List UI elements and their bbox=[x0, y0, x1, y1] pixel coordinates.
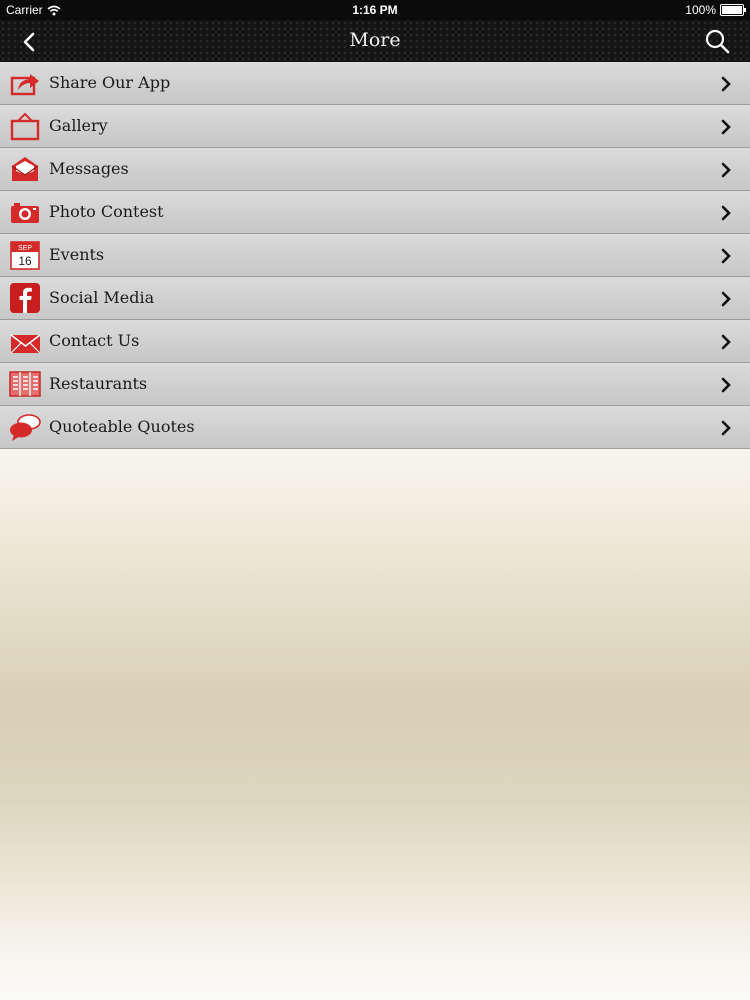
menu-item-label: Quoteable Quotes bbox=[49, 417, 195, 436]
share-icon bbox=[10, 74, 39, 96]
menu-item-gallery[interactable]: Gallery bbox=[0, 105, 750, 148]
chevron-right-icon bbox=[721, 76, 731, 92]
menu-item-contact-us[interactable]: Contact Us bbox=[0, 320, 750, 363]
facebook-icon bbox=[10, 283, 40, 313]
envelope-icon bbox=[10, 334, 41, 354]
gallery-icon bbox=[10, 112, 40, 141]
chevron-right-icon bbox=[721, 334, 731, 350]
status-time: 1:16 PM bbox=[352, 3, 398, 17]
calendar-icon: SEP 16 bbox=[10, 241, 40, 270]
chevron-right-icon bbox=[721, 377, 731, 393]
navigation-bar: More bbox=[0, 20, 750, 62]
restaurant-menu-icon bbox=[9, 371, 41, 397]
menu-item-label: Social Media bbox=[49, 288, 155, 307]
menu-item-label: Events bbox=[49, 245, 105, 264]
camera-icon bbox=[11, 203, 39, 223]
messages-icon bbox=[11, 157, 39, 181]
menu-item-share-our-app[interactable]: Share Our App bbox=[0, 62, 750, 105]
battery-percent: 100% bbox=[685, 3, 716, 17]
chevron-right-icon bbox=[721, 119, 731, 135]
chevron-right-icon bbox=[721, 291, 731, 307]
page-title: More bbox=[349, 29, 401, 51]
menu-item-restaurants[interactable]: Restaurants bbox=[0, 363, 750, 406]
menu-item-label: Share Our App bbox=[49, 73, 171, 92]
speech-bubbles-icon bbox=[10, 414, 41, 441]
menu-item-label: Gallery bbox=[49, 116, 108, 135]
battery-group: 100% bbox=[685, 3, 746, 17]
chevron-right-icon bbox=[721, 205, 731, 221]
calendar-month-text: SEP bbox=[18, 245, 32, 252]
menu-item-label: Messages bbox=[49, 159, 129, 178]
menu-item-events[interactable]: SEP 16 Events bbox=[0, 234, 750, 277]
calendar-day-text: 16 bbox=[18, 254, 32, 268]
battery-icon bbox=[720, 4, 746, 16]
chevron-right-icon bbox=[721, 420, 731, 436]
menu-item-photo-contest[interactable]: Photo Contest bbox=[0, 191, 750, 234]
menu-item-label: Contact Us bbox=[49, 331, 140, 350]
menu-item-label: Restaurants bbox=[49, 374, 148, 393]
chevron-right-icon bbox=[721, 248, 731, 264]
menu-item-messages[interactable]: Messages bbox=[0, 148, 750, 191]
status-bar: Carrier 1:16 PM 100% bbox=[0, 0, 750, 20]
menu-item-label: Photo Contest bbox=[49, 202, 164, 221]
search-icon[interactable] bbox=[704, 28, 730, 54]
more-menu-list: Share Our App Gallery Messages Photo Con… bbox=[0, 62, 750, 449]
chevron-right-icon bbox=[721, 162, 731, 178]
menu-item-quoteable-quotes[interactable]: Quoteable Quotes bbox=[0, 406, 750, 449]
menu-item-social-media[interactable]: Social Media bbox=[0, 277, 750, 320]
